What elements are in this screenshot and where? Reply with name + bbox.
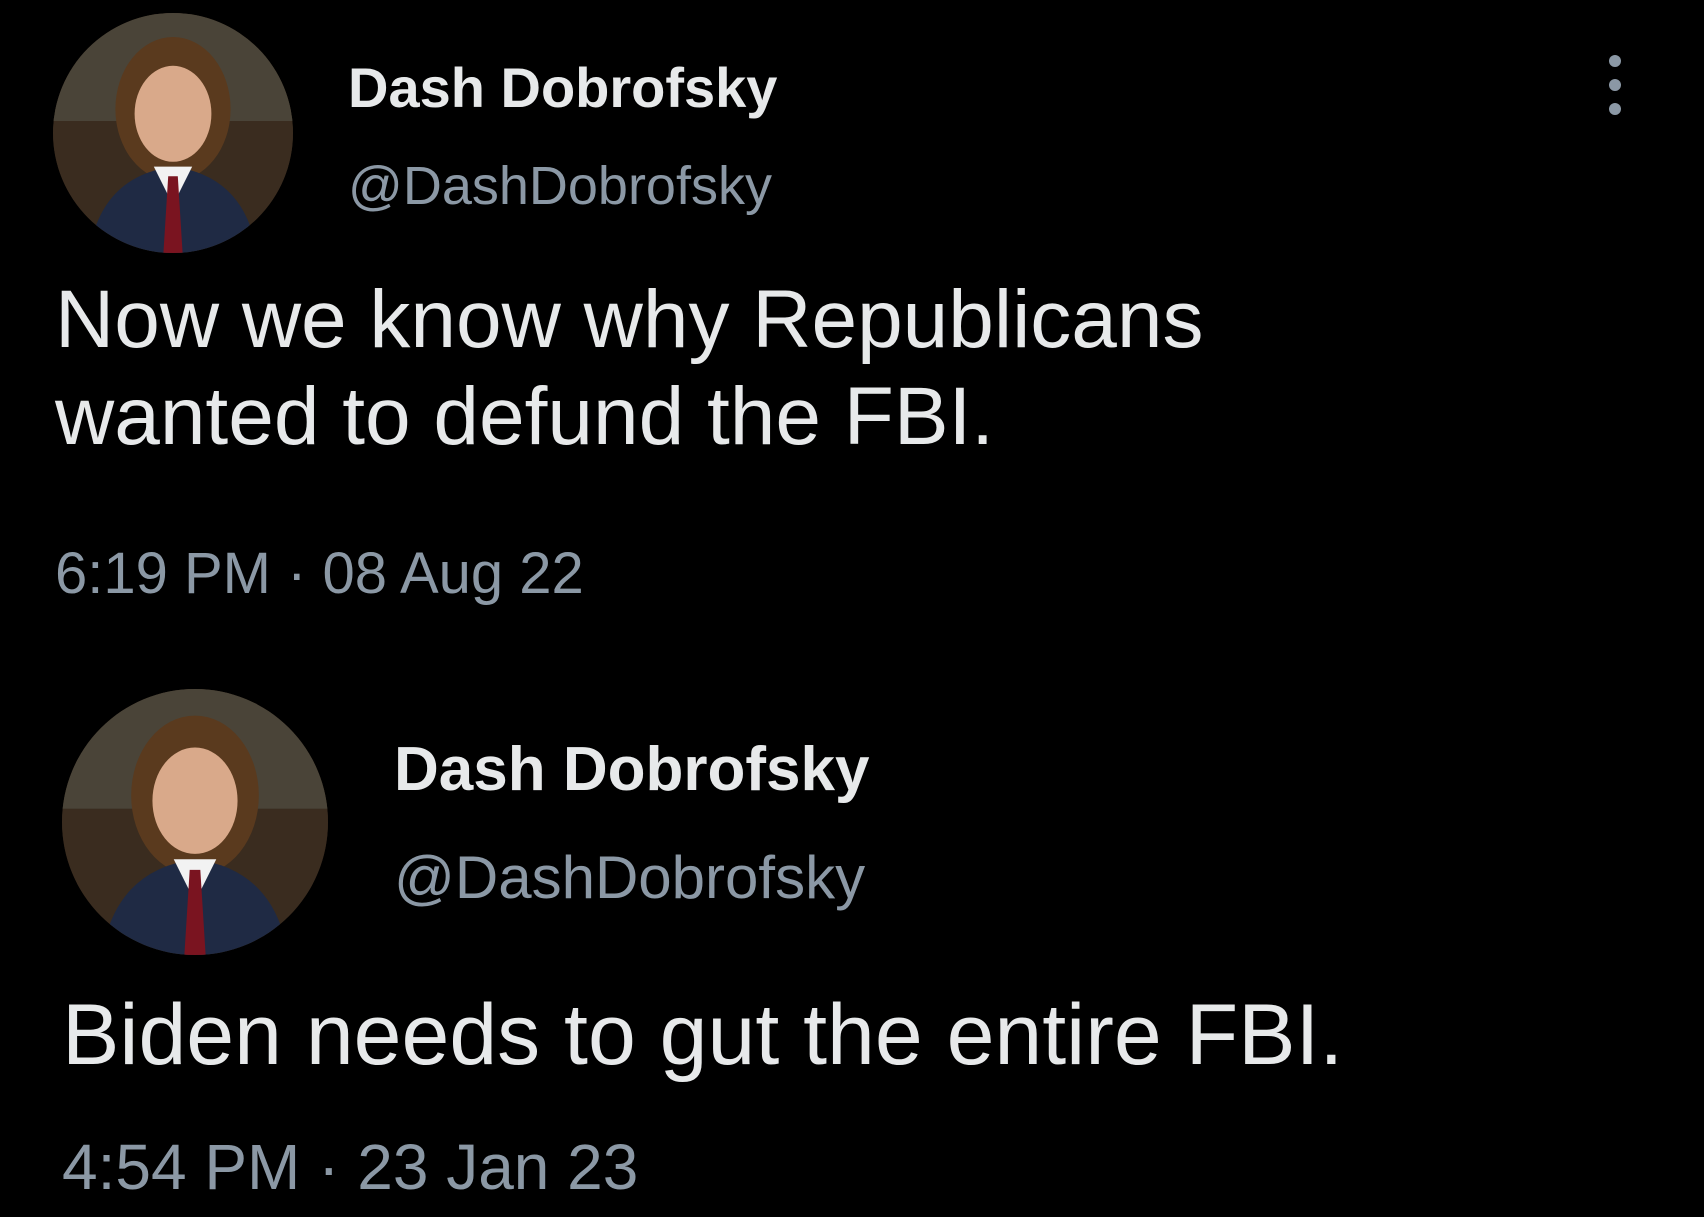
avatar[interactable] [53,13,293,253]
tweet-text-line: Biden needs to gut the entire FBI. [62,987,1344,1083]
tweet-text-line: wanted to defund the FBI. [55,370,995,462]
display-name[interactable]: Dash Dobrofsky [394,734,869,805]
tweet-timestamp[interactable]: 6:19 PM · 08 Aug 22 [55,540,584,607]
tweet-text-line: Now we know why Republicans [55,274,1204,365]
profile-photo-icon [62,689,328,955]
more-dot [1609,103,1621,115]
more-dot [1609,79,1621,91]
display-name[interactable]: Dash Dobrofsky [348,55,777,120]
avatar[interactable] [62,689,328,955]
tweet-timestamp[interactable]: 4:54 PM · 23 Jan 23 [62,1130,638,1204]
more-options-button[interactable] [1600,55,1630,115]
tweet[interactable]: Dash Dobrofsky @DashDobrofsky Now we kno… [0,0,1704,640]
tweet-text: Biden needs to gut the entire FBI. [62,985,1343,1086]
profile-photo-icon [53,13,293,253]
tweet[interactable]: Dash Dobrofsky @DashDobrofsky Biden need… [0,680,1704,1217]
tweet-text: Now we know why Republicans wanted to de… [55,272,1204,466]
user-handle[interactable]: @DashDobrofsky [348,155,772,217]
more-vertical-icon [1609,55,1621,67]
user-handle[interactable]: @DashDobrofsky [394,843,865,912]
